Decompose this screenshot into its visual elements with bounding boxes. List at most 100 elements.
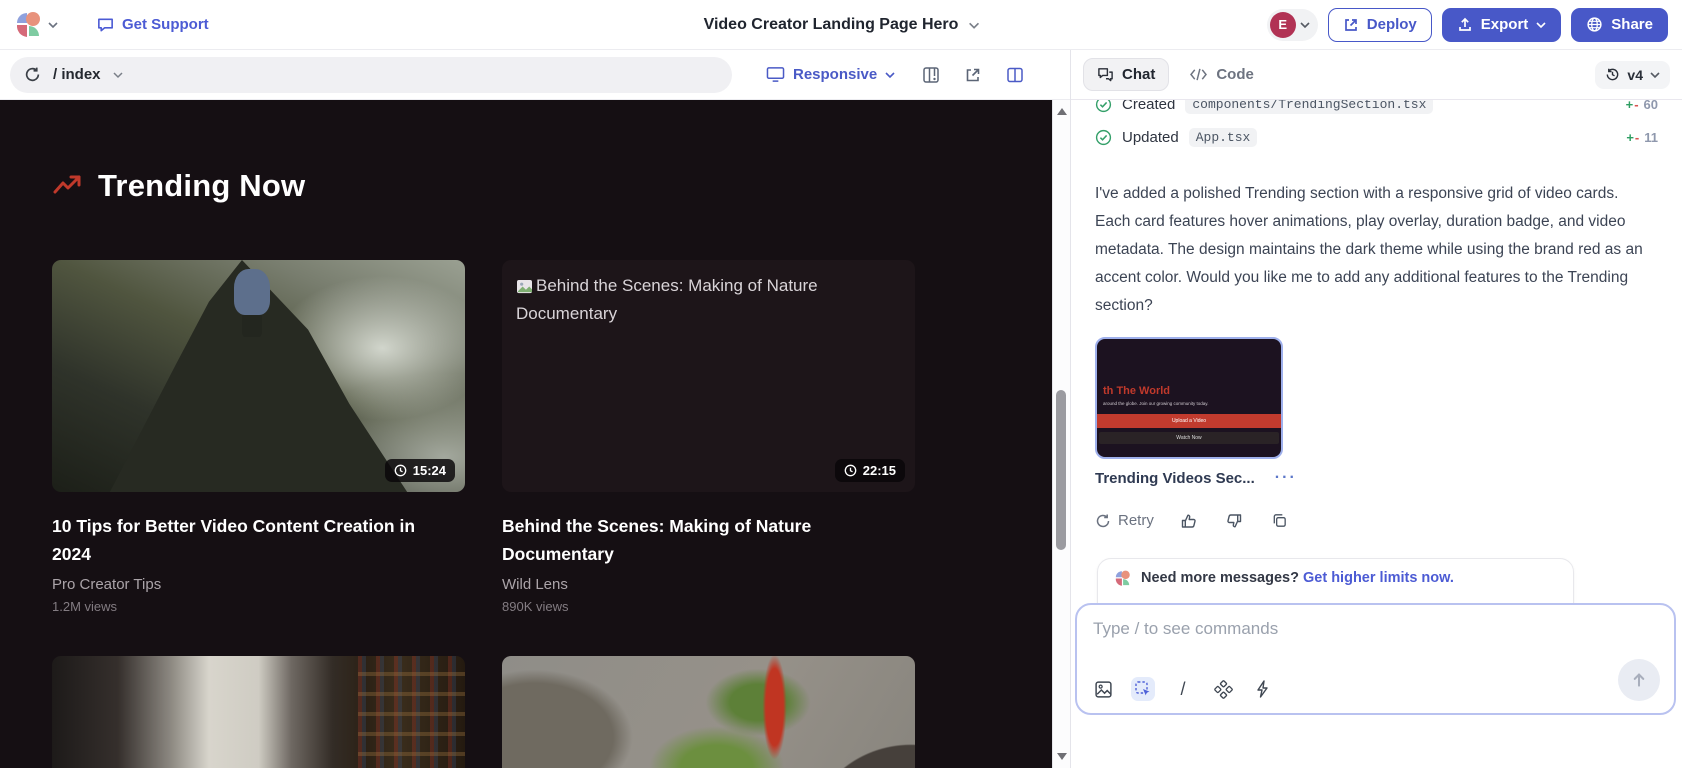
chat-input[interactable] [1093,619,1545,639]
open-in-new-window-icon[interactable] [963,65,983,85]
split-columns-icon[interactable] [1005,65,1025,85]
attachment-label: Trending Videos Sec... [1095,470,1255,487]
app-logo-menu[interactable] [14,11,58,39]
viewport-chevron-down-icon [885,70,895,80]
code-icon [1189,67,1208,82]
mini-watch-button: Watch Now [1099,432,1279,444]
version-label: v4 [1627,67,1643,83]
file-change-row[interactable]: Updated App.tsx +-11 [1095,124,1658,150]
video-card[interactable] [502,656,915,768]
video-title[interactable]: Behind the Scenes: Making of Nature Docu… [502,512,887,568]
broken-image-alt: Behind the Scenes: Making of Nature Docu… [502,260,915,340]
file-change-list: Created components/TrendingSection.tsx +… [1095,100,1658,150]
app-logo-small-icon [1114,570,1131,587]
deploy-label: Deploy [1367,16,1417,33]
header-actions: E Deploy Export [1267,8,1668,42]
chat-input-card[interactable]: / [1075,603,1676,715]
app-window: Get Support Video Creator Landing Page H… [0,0,1682,768]
video-card[interactable] [52,656,465,768]
banner-upgrade-link[interactable]: Get higher limits now. [1303,570,1454,586]
app-preview-iframe[interactable]: Trending Now 15:24 10 Tips for Bette [0,100,1052,768]
app-logo-icon [14,11,42,39]
tab-chat[interactable]: Chat [1083,58,1169,91]
send-button[interactable] [1618,659,1660,701]
check-circle-icon [1095,129,1112,146]
route-chevron-down-icon [113,70,123,80]
share-globe-icon [1586,16,1603,33]
route-path: / index [53,66,101,83]
export-upload-icon [1457,17,1473,33]
url-bar[interactable]: / index [10,57,732,93]
quick-actions-lightning-icon[interactable] [1251,677,1275,701]
video-card[interactable]: 15:24 10 Tips for Better Video Content C… [52,260,465,614]
message-actions: Retry [1095,511,1658,530]
export-label: Export [1481,16,1529,33]
video-thumbnail-broken[interactable]: Behind the Scenes: Making of Nature Docu… [502,260,915,492]
toolbar-icons [921,65,1025,85]
select-element-icon[interactable] [1131,677,1155,701]
video-card[interactable]: Behind the Scenes: Making of Nature Docu… [502,260,915,614]
deploy-external-link-icon [1343,17,1359,33]
account-menu[interactable]: E [1267,9,1318,41]
preview-scrollbar[interactable] [1052,100,1070,768]
panel-tabbar: Chat Code v4 [1071,50,1682,100]
attach-image-icon[interactable] [1091,677,1115,701]
mini-subtitle: around the globe. Join our growing commu… [1103,401,1281,406]
diff-stat: +-11 [1626,130,1658,145]
attachment-more-button[interactable]: ··· [1275,469,1297,487]
monitor-icon [766,66,785,83]
scroll-down-arrow[interactable] [1057,753,1067,760]
assistant-message: I've added a polished Trending section w… [1095,180,1658,320]
thumbs-down-icon[interactable] [1225,511,1244,530]
duration-badge: 22:15 [835,459,905,482]
attachment: th The World around the globe. Join our … [1095,337,1658,487]
trending-section-title: Trending Now [98,168,305,204]
viewport-selector[interactable]: Responsive [766,66,895,83]
tab-chat-label: Chat [1122,66,1155,83]
attachment-preview-thumbnail[interactable]: th The World around the globe. Join our … [1095,337,1283,459]
preview-toolbar: / index Responsive [0,50,1070,100]
duration-badge: 15:24 [385,459,455,482]
version-history-menu[interactable]: v4 [1595,61,1670,89]
video-title[interactable]: 10 Tips for Better Video Content Creatio… [52,512,437,568]
video-thumbnail-interior[interactable] [52,656,465,768]
video-views: 1.2M views [52,599,465,614]
mini-upload-button: Upload a Video [1097,414,1281,428]
project-title-menu[interactable]: Video Creator Landing Page Hero [704,16,979,34]
retry-button[interactable]: Retry [1095,512,1154,529]
diff-stat: +-60 [1626,100,1658,112]
refresh-icon[interactable] [24,66,41,83]
export-chevron-down-icon [1536,20,1546,30]
file-change-row[interactable]: Created components/TrendingSection.tsx +… [1095,100,1658,117]
component-library-icon[interactable] [921,65,941,85]
file-action: Created [1122,100,1175,113]
file-action: Updated [1122,129,1179,146]
logo-chevron-down-icon [48,20,58,30]
avatar: E [1270,12,1296,38]
copy-icon[interactable] [1270,511,1289,530]
mini-heading: th The World [1103,385,1281,397]
project-title: Video Creator Landing Page Hero [704,16,959,34]
tab-code-label: Code [1216,66,1254,83]
video-channel: Pro Creator Tips [52,576,465,593]
project-chevron-down-icon [968,20,978,30]
chat-panel: Chat Code v4 [1071,50,1682,768]
get-support-button[interactable]: Get Support [96,15,209,34]
tab-code[interactable]: Code [1177,59,1266,90]
scroll-up-arrow[interactable] [1057,108,1067,115]
account-chevron-down-icon [1300,20,1310,30]
video-thumbnail-food[interactable] [502,656,915,768]
trending-up-icon [52,173,82,199]
deploy-button[interactable]: Deploy [1328,8,1432,42]
video-thumbnail-photographer[interactable]: 15:24 [52,260,465,492]
video-channel: Wild Lens [502,576,915,593]
scrollbar-thumb[interactable] [1056,390,1066,550]
trending-section-header: Trending Now [52,168,1052,204]
integrations-icon[interactable] [1211,677,1235,701]
export-button[interactable]: Export [1442,8,1562,42]
chat-scroll-area[interactable]: Created components/TrendingSection.tsx +… [1071,100,1682,768]
share-button[interactable]: Share [1571,8,1668,42]
thumbs-up-icon[interactable] [1180,511,1199,530]
slash-command-icon[interactable]: / [1171,677,1195,701]
banner-text: Need more messages? [1141,570,1299,586]
